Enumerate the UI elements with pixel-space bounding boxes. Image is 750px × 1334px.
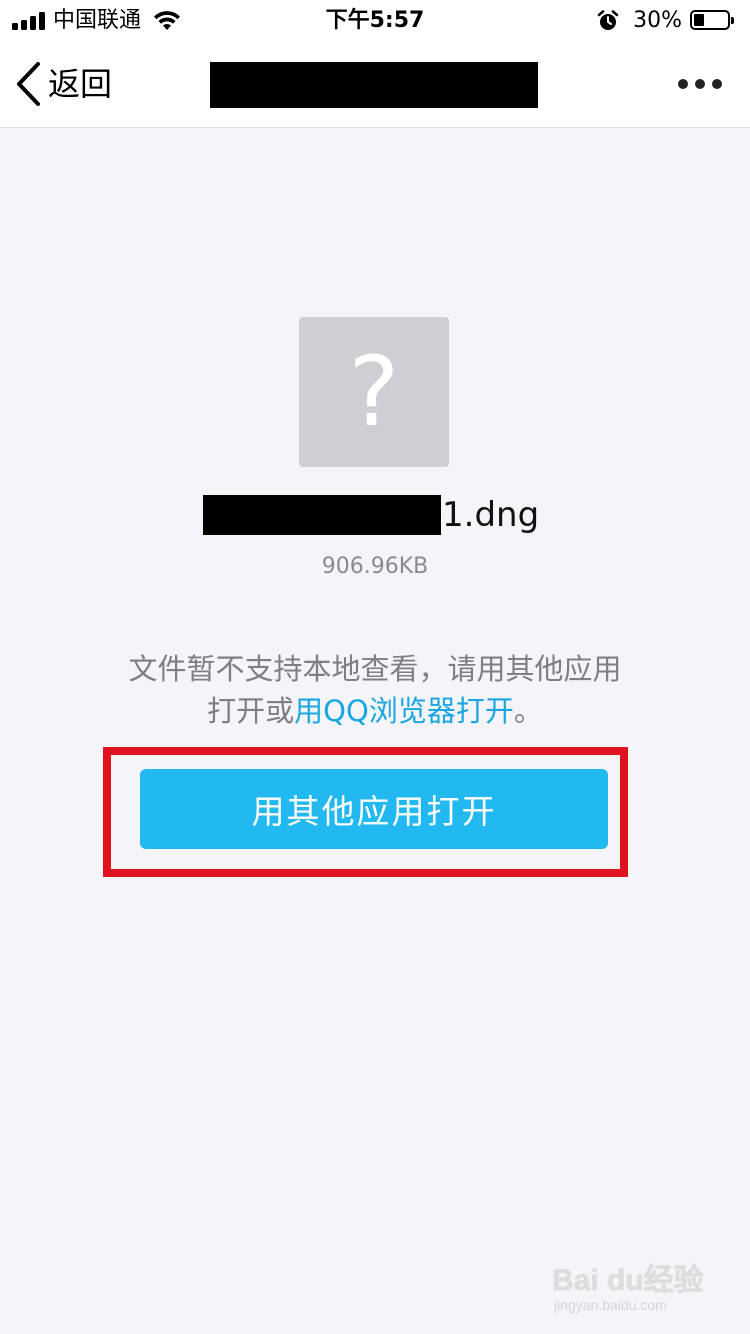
file-name: 1.dng xyxy=(0,490,750,540)
status-bar: 中国联通 下午5:57 30% xyxy=(0,0,750,40)
notice-line-2: 打开或用QQ浏览器打开。 xyxy=(0,690,750,732)
question-mark-icon: ? xyxy=(348,336,400,448)
open-with-other-app-button[interactable]: 用其他应用打开 xyxy=(140,769,608,849)
notice-prefix: 打开或 xyxy=(207,694,295,728)
notice-line-1: 文件暂不支持本地查看，请用其他应用 xyxy=(128,652,622,686)
page-title-redacted xyxy=(210,62,538,108)
file-size: 906.96KB xyxy=(321,554,429,579)
status-right: 30% xyxy=(597,6,736,36)
file-name-suffix: 1.dng xyxy=(442,495,540,535)
watermark-logo: Bai du经验 xyxy=(552,1264,704,1297)
battery-percent: 30% xyxy=(633,8,682,33)
nav-bar: 返回 xyxy=(0,40,750,128)
back-label: 返回 xyxy=(48,65,113,103)
open-in-qq-browser-link[interactable]: 用QQ浏览器打开 xyxy=(294,694,514,728)
chevron-left-icon xyxy=(17,62,40,106)
carrier-name: 中国联通 xyxy=(53,8,142,33)
notice-suffix: 。 xyxy=(513,694,543,728)
unsupported-notice: 文件暂不支持本地查看，请用其他应用 打开或用QQ浏览器打开。 xyxy=(0,648,750,732)
back-button[interactable]: 返回 xyxy=(14,60,112,108)
more-dots-icon[interactable] xyxy=(678,70,722,98)
file-name-redacted xyxy=(203,495,441,535)
alarm-icon xyxy=(597,10,619,30)
unknown-file-icon: ? xyxy=(299,317,449,467)
wifi-icon xyxy=(154,11,181,30)
signal-icon xyxy=(12,12,45,30)
status-left: 中国联通 xyxy=(12,6,181,36)
battery-icon xyxy=(690,10,736,32)
baidu-jingyan-watermark: Bai du经验 jingyan.baidu.com xyxy=(552,1255,712,1317)
watermark-url: jingyan.baidu.com xyxy=(554,1297,667,1313)
